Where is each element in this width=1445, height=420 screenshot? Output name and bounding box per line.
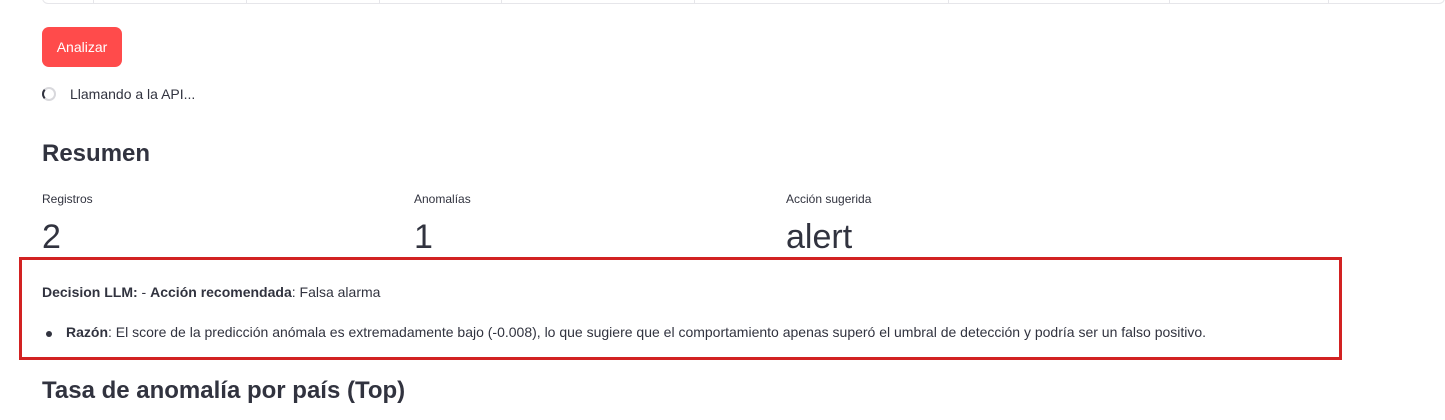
metric-label: Anomalías [414, 192, 471, 206]
llm-reason-label: Razón [66, 324, 108, 340]
data-table-remnant [42, 0, 1445, 4]
summary-heading: Resumen [42, 140, 151, 167]
page: Analizar Llamando a la API... Resumen Re… [0, 0, 1445, 420]
status-text: Llamando a la API... [70, 86, 196, 102]
metric-label: Acción sugerida [786, 192, 872, 206]
llm-separator: - [137, 284, 151, 300]
llm-reason-text-wrap: Razón: El score de la predicción anómala… [66, 324, 1206, 340]
llm-decision-line: Decision LLM: - Acción recomendada: Fals… [42, 284, 380, 300]
metric-accion-sugerida: Acción sugerida alert [786, 191, 871, 255]
llm-action-label: Acción recomendada [150, 284, 292, 300]
highlight-box [19, 257, 1342, 360]
metric-value: 2 [42, 218, 61, 256]
metric-value: 1 [414, 218, 433, 256]
table-column-divider [694, 0, 695, 3]
table-column-divider [948, 0, 949, 3]
llm-prefix: Decision LLM: [42, 284, 138, 300]
bullet-icon [46, 331, 52, 337]
llm-reason-item: Razón: El score de la predicción anómala… [42, 324, 1206, 340]
table-column-divider [1328, 0, 1329, 3]
metric-label: Registros [42, 192, 93, 206]
llm-reason-text: : El score de la predicción anómala es e… [108, 324, 1207, 340]
metric-value: alert [786, 218, 853, 256]
table-column-divider [1169, 0, 1170, 3]
table-column-divider [501, 0, 502, 3]
table-column-divider [379, 0, 380, 3]
llm-action-value: : Falsa alarma [291, 284, 381, 300]
metric-registros: Registros 2 [42, 191, 93, 255]
spinner-icon [42, 87, 56, 101]
metric-anomalias: Anomalías 1 [414, 191, 471, 255]
analyze-button[interactable]: Analizar [42, 27, 122, 67]
table-column-divider [246, 0, 247, 3]
country-anomaly-heading: Tasa de anomalía por país (Top) [42, 377, 406, 404]
table-column-divider [93, 0, 94, 3]
status-row: Llamando a la API... [42, 86, 195, 102]
